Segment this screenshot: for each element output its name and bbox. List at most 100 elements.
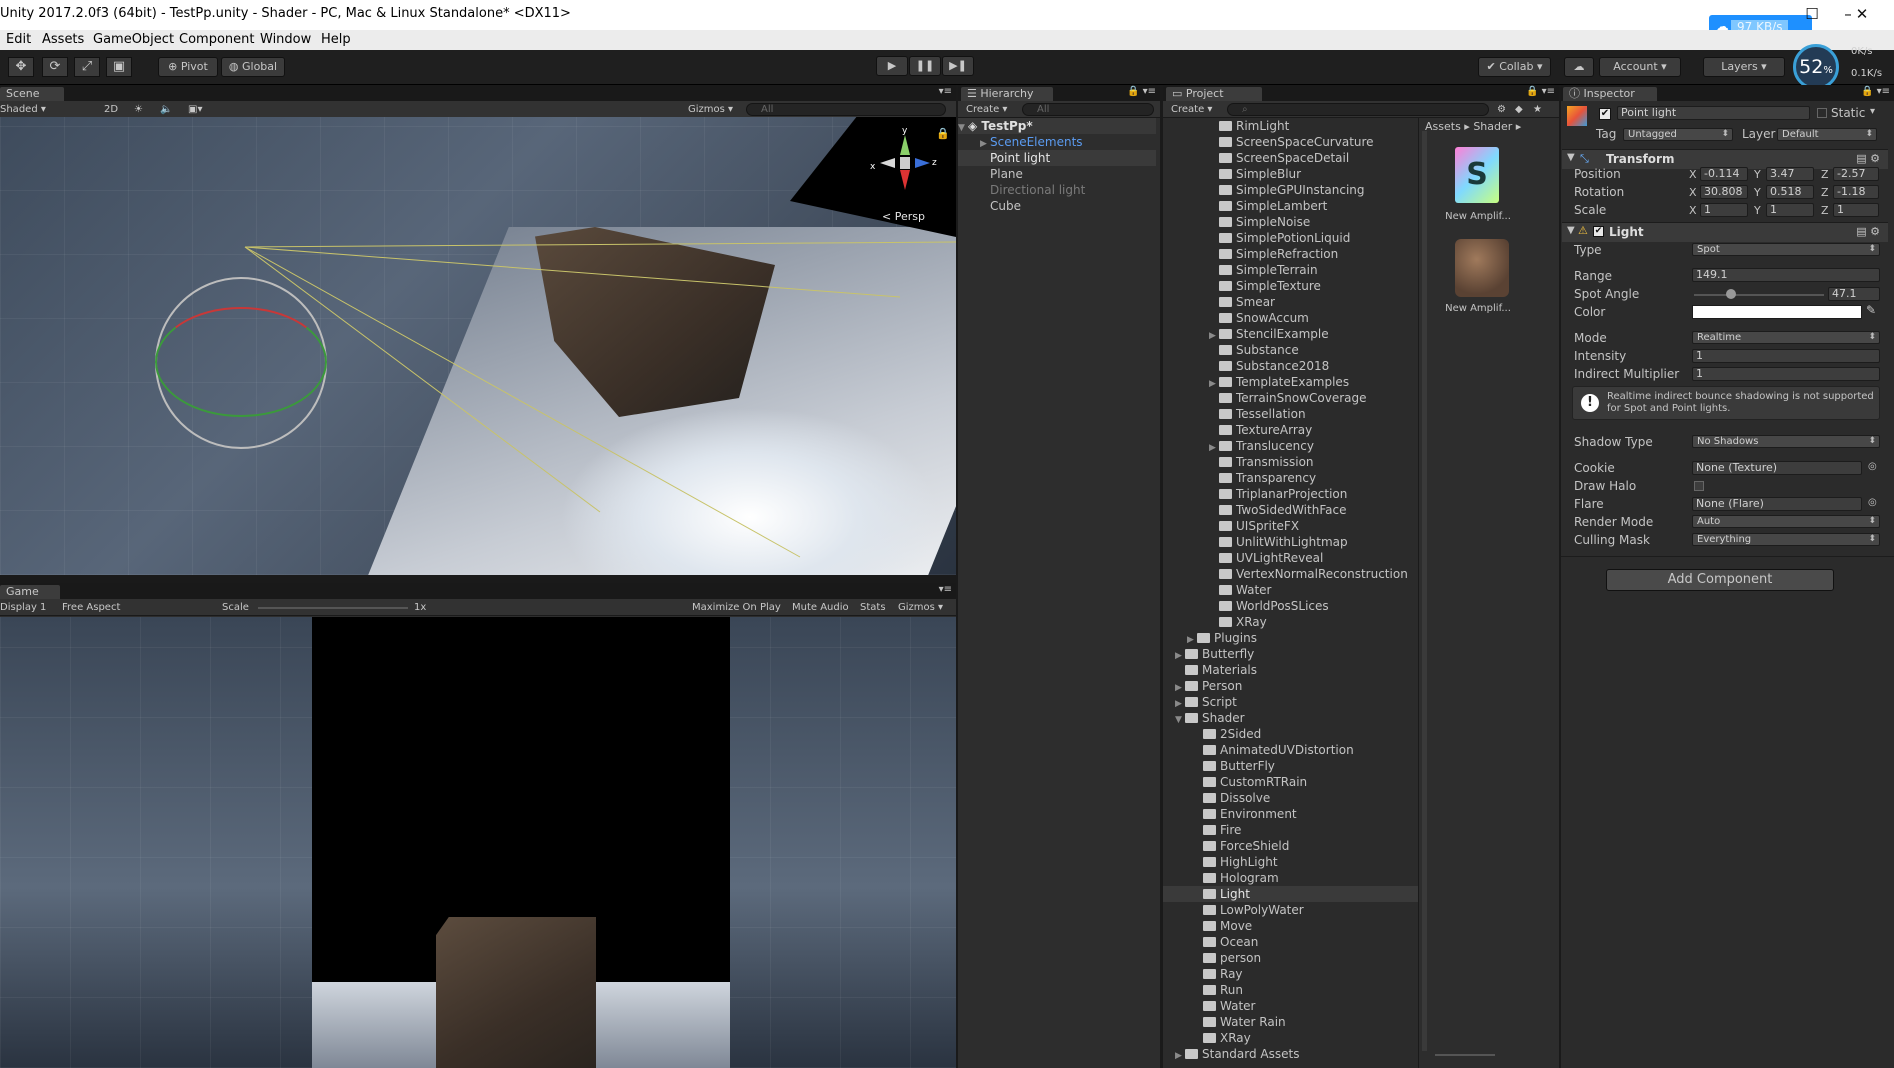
gizmos-dropdown[interactable]: Gizmos ▾	[688, 102, 738, 117]
pause-button[interactable]: ❚❚	[909, 56, 941, 76]
scene-root-row[interactable]: ▼ ◈ TestPp*	[958, 118, 1156, 134]
project-folder-row[interactable]: ForceShield	[1163, 838, 1418, 854]
project-folder-row[interactable]: ▶ Plugins	[1163, 630, 1418, 646]
project-folder-row[interactable]: Water	[1163, 582, 1418, 598]
project-folder-row[interactable]: Ocean	[1163, 934, 1418, 950]
object-name-field[interactable]: Point light	[1617, 106, 1810, 120]
account-dropdown[interactable]: Account ▾	[1599, 57, 1681, 77]
panel-menu-icon[interactable]: 🔒 ▾≡	[1526, 86, 1555, 97]
hierarchy-item-point-light[interactable]: Point light	[958, 150, 1156, 166]
position-z-field[interactable]: -2.57	[1833, 167, 1879, 181]
panel-menu-icon[interactable]: ▾≡	[939, 584, 952, 595]
shading-mode-dropdown[interactable]: Shaded ▾	[0, 102, 90, 117]
project-folder-row[interactable]: Environment	[1163, 806, 1418, 822]
project-folder-row[interactable]: Tessellation	[1163, 406, 1418, 422]
project-folder-row[interactable]: Light	[1163, 886, 1418, 902]
maximize-on-play-toggle[interactable]: Maximize On Play	[692, 600, 782, 615]
project-folder-row[interactable]: XRay	[1163, 1030, 1418, 1046]
render-mode-dropdown[interactable]: Auto	[1692, 515, 1880, 528]
project-folder-row[interactable]: ScreenSpaceDetail	[1163, 150, 1418, 166]
panel-menu-icon[interactable]: ▾≡	[939, 86, 952, 97]
component-settings-icon[interactable]: ▤ ⚙	[1856, 225, 1880, 238]
panel-menu-icon[interactable]: 🔒 ▾≡	[1127, 86, 1156, 97]
project-folder-row[interactable]: HighLight	[1163, 854, 1418, 870]
layer-dropdown[interactable]: Default	[1777, 128, 1877, 141]
hierarchy-item-sceneelements[interactable]: ▶ SceneElements	[958, 134, 1156, 150]
component-settings-icon[interactable]: ▤ ⚙	[1856, 152, 1880, 165]
filter-type-icon[interactable]: ⚙	[1497, 102, 1511, 117]
project-folder-row[interactable]: SimpleTerrain	[1163, 262, 1418, 278]
project-folder-row[interactable]: SnowAccum	[1163, 310, 1418, 326]
scale-slider[interactable]	[258, 607, 408, 609]
rect-tool-icon[interactable]: ▣	[106, 57, 132, 77]
foldout-arrow-icon[interactable]: ▼	[1567, 152, 1575, 163]
project-folder-row[interactable]: Dissolve	[1163, 790, 1418, 806]
scale-z-field[interactable]: 1	[1833, 203, 1879, 217]
project-folder-row[interactable]: SimplePotionLiquid	[1163, 230, 1418, 246]
object-picker-icon[interactable]: ◎	[1868, 497, 1877, 508]
light-type-dropdown[interactable]: Spot	[1692, 243, 1880, 256]
project-folder-row[interactable]: Transparency	[1163, 470, 1418, 486]
icon-size-slider[interactable]	[1435, 1054, 1495, 1056]
add-component-button[interactable]: Add Component	[1606, 569, 1834, 591]
collab-button[interactable]: ✔ Collab ▾	[1478, 57, 1551, 77]
display-dropdown[interactable]: Display 1 ⬍	[0, 600, 50, 615]
rotation-y-field[interactable]: 0.518	[1766, 185, 1814, 199]
project-folder-row[interactable]: Run	[1163, 982, 1418, 998]
draw-halo-checkbox[interactable]	[1694, 481, 1704, 491]
project-folder-row[interactable]: SimpleGPUInstancing	[1163, 182, 1418, 198]
breadcrumb-shader[interactable]: Shader	[1473, 120, 1512, 133]
project-folder-row[interactable]: ▶ TemplateExamples	[1163, 374, 1418, 390]
project-folder-row[interactable]: Ray	[1163, 966, 1418, 982]
project-folder-row[interactable]: ButterFly	[1163, 758, 1418, 774]
mute-audio-toggle[interactable]: Mute Audio	[792, 600, 852, 615]
tree-scrollbar[interactable]	[1422, 131, 1427, 1051]
tab-inspector[interactable]: ⓘ Inspector	[1563, 87, 1657, 101]
panel-menu-icon[interactable]: 🔒 ▾≡	[1861, 86, 1890, 97]
menu-component[interactable]: Component	[179, 32, 254, 47]
position-y-field[interactable]: 3.47	[1766, 167, 1814, 181]
tab-scene[interactable]: Scene	[0, 87, 64, 101]
projection-label[interactable]: < Persp	[882, 210, 925, 223]
project-folder-row[interactable]: LowPolyWater	[1163, 902, 1418, 918]
project-folder-row[interactable]: ▶ Butterfly	[1163, 646, 1418, 662]
light-enabled-checkbox[interactable]: ✔	[1593, 226, 1604, 237]
scene-orientation-gizmo[interactable]: y x z	[870, 125, 940, 215]
global-toggle[interactable]: ◍ Global	[221, 57, 285, 77]
project-folder-row[interactable]: WorldPosSLices	[1163, 598, 1418, 614]
menu-window[interactable]: Window	[260, 32, 311, 47]
aspect-dropdown[interactable]: Free Aspect	[62, 600, 212, 615]
rotate-tool-icon[interactable]: ⟳	[42, 57, 68, 77]
game-gizmos-dropdown[interactable]: Gizmos ▾	[898, 600, 948, 615]
project-folder-row[interactable]: Smear	[1163, 294, 1418, 310]
active-checkbox[interactable]: ✔	[1599, 108, 1611, 120]
expand-arrow-icon[interactable]: ▶	[1175, 1048, 1185, 1064]
spot-angle-slider-handle[interactable]	[1726, 289, 1736, 299]
project-folder-row[interactable]: UVLightReveal	[1163, 550, 1418, 566]
project-folder-row[interactable]: Substance	[1163, 342, 1418, 358]
project-search-input[interactable]: ⌕	[1227, 103, 1489, 116]
project-folder-row[interactable]: Materials	[1163, 662, 1418, 678]
project-folder-row[interactable]: ScreenSpaceCurvature	[1163, 134, 1418, 150]
rotation-z-field[interactable]: -1.18	[1833, 185, 1879, 199]
tree-divider[interactable]	[1418, 118, 1419, 1068]
project-folder-row[interactable]: SimpleLambert	[1163, 198, 1418, 214]
project-folder-row[interactable]: ▶ StencilExample	[1163, 326, 1418, 342]
project-folder-row[interactable]: ▼ Shader	[1163, 710, 1418, 726]
tab-hierarchy[interactable]: ☰ Hierarchy	[961, 87, 1053, 101]
rotation-x-field[interactable]: 30.808	[1700, 185, 1748, 199]
menu-help[interactable]: Help	[321, 32, 351, 47]
project-folder-row[interactable]: ▶ Person	[1163, 678, 1418, 694]
tab-project[interactable]: ▭ Project	[1166, 87, 1262, 101]
project-folder-row[interactable]: ▶ Translucency	[1163, 438, 1418, 454]
project-folder-row[interactable]: CustomRTRain	[1163, 774, 1418, 790]
project-folder-row[interactable]: RimLight	[1163, 118, 1418, 134]
project-folder-row[interactable]: AnimatedUVDistortion	[1163, 742, 1418, 758]
hierarchy-search-input[interactable]: All	[1022, 103, 1154, 116]
color-swatch[interactable]	[1692, 305, 1862, 319]
foldout-arrow-icon[interactable]: ▼	[1567, 225, 1575, 236]
spot-angle-slider-track[interactable]	[1694, 294, 1824, 296]
project-folder-row[interactable]: Substance2018	[1163, 358, 1418, 374]
menu-assets[interactable]: Assets	[42, 32, 84, 47]
hierarchy-create-dropdown[interactable]: Create ▾	[966, 102, 1016, 117]
